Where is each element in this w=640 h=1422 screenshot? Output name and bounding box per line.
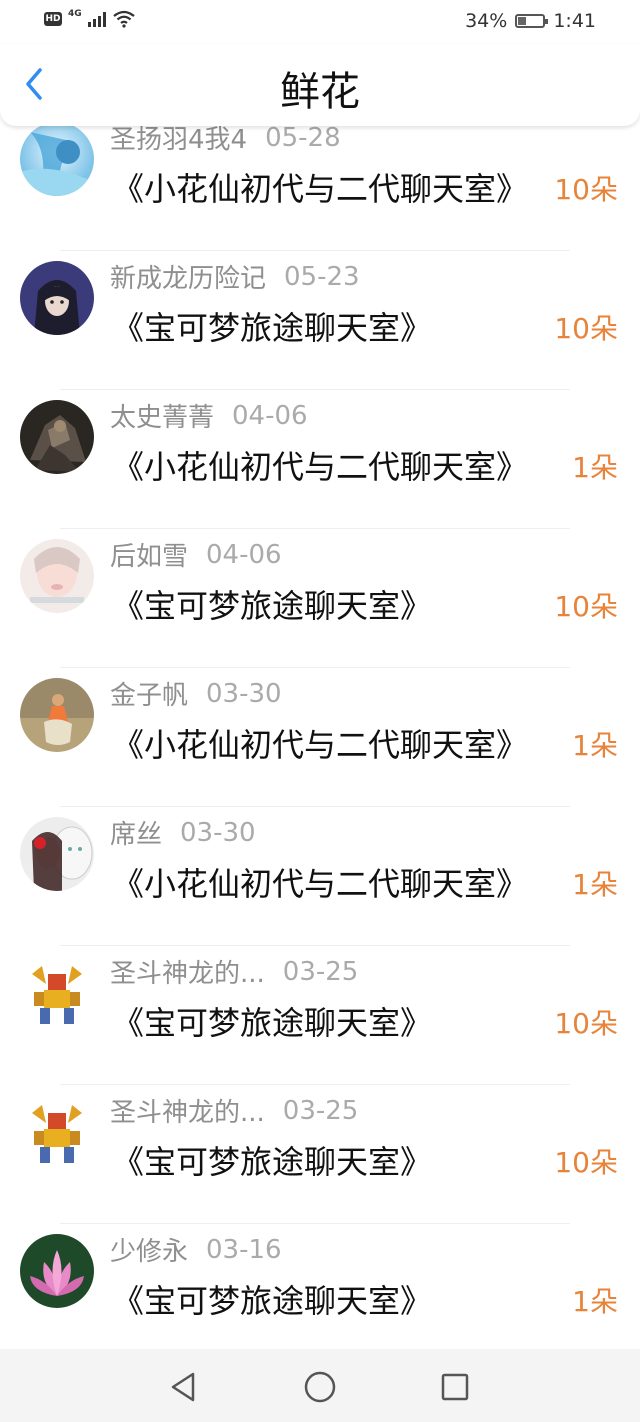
chatroom-name: 《宝可梦旅途聊天室》 — [112, 1143, 433, 1181]
signal-icon — [87, 11, 106, 27]
flower-count: 10朵 — [554, 590, 618, 623]
wifi-icon — [112, 10, 135, 28]
flower-count: 1朵 — [572, 1285, 618, 1318]
sender-name: 少修永 — [110, 1237, 189, 1267]
sender-meta: 圣斗神龙的... 03-25 — [110, 953, 358, 990]
nav-home-button[interactable] — [300, 1367, 340, 1407]
status-bar: HD 4G 34% 1:41 — [0, 0, 640, 44]
sender-name: 太史菁菁 — [110, 403, 215, 433]
circle-home-icon — [304, 1371, 336, 1403]
sender-meta: 席丝 03-30 — [110, 814, 256, 851]
sender-name: 圣斗神龙的... — [110, 959, 265, 989]
sender-name: 圣斗神龙的... — [110, 1098, 265, 1128]
avatar-lotus[interactable] — [20, 1234, 94, 1308]
list-item[interactable]: 圣斗神龙的... 03-25 《宝可梦旅途聊天室》 10朵 — [0, 1085, 640, 1224]
avatar-robot[interactable] — [20, 1095, 94, 1169]
chatroom-name: 《宝可梦旅途聊天室》 — [112, 587, 433, 625]
network-type-label: 4G — [68, 9, 82, 19]
sender-meta: 少修永 03-16 — [110, 1231, 282, 1268]
triangle-back-icon — [171, 1372, 195, 1402]
battery-icon — [515, 14, 549, 28]
avatar-photo-field[interactable] — [20, 678, 94, 752]
chatroom-name: 《小花仙初代与二代聊天室》 — [112, 448, 529, 486]
list-item[interactable]: 太史菁菁 04-06 《小花仙初代与二代聊天室》 1朵 — [0, 390, 640, 529]
chatroom-name: 《小花仙初代与二代聊天室》 — [112, 865, 529, 903]
flower-count: 10朵 — [554, 312, 618, 345]
sender-meta: 后如雪 04-06 — [110, 536, 282, 573]
square-recents-icon — [441, 1373, 469, 1401]
hd-voice-icon: HD — [44, 12, 62, 26]
sent-date: 05-23 — [284, 261, 360, 292]
flower-count: 1朵 — [572, 868, 618, 901]
sent-date: 03-25 — [282, 1095, 359, 1126]
list-item[interactable]: 金子帆 03-30 《小花仙初代与二代聊天室》 1朵 — [0, 668, 640, 807]
flower-count: 10朵 — [554, 1007, 618, 1040]
sender-meta: 太史菁菁 04-06 — [110, 397, 308, 434]
sender-meta: 金子帆 03-30 — [110, 675, 282, 712]
chatroom-name: 《宝可梦旅途聊天室》 — [112, 1282, 433, 1320]
flower-count: 1朵 — [572, 451, 618, 484]
sent-date: 04-06 — [232, 400, 308, 431]
chatroom-name: 《小花仙初代与二代聊天室》 — [112, 170, 529, 208]
nav-recents-button[interactable] — [435, 1367, 475, 1407]
avatar-robot[interactable] — [20, 956, 94, 1030]
chatroom-name: 《宝可梦旅途聊天室》 — [112, 1004, 433, 1042]
status-right: 34% 1:41 — [465, 10, 596, 32]
sender-name: 新成龙历险记 — [110, 264, 267, 294]
sent-date: 05-28 — [265, 122, 341, 153]
sender-meta: 圣斗神龙的... 03-25 — [110, 1092, 358, 1129]
sender-name: 后如雪 — [110, 542, 189, 572]
list-item[interactable]: 席丝 03-30 《小花仙初代与二代聊天室》 1朵 — [0, 807, 640, 946]
chatroom-name: 《小花仙初代与二代聊天室》 — [112, 726, 529, 764]
flower-count: 10朵 — [554, 173, 618, 206]
sent-date: 03-16 — [206, 1234, 282, 1265]
sender-name: 席丝 — [110, 820, 163, 850]
page-title: 鲜花 — [280, 69, 360, 115]
sent-date: 03-30 — [206, 678, 282, 709]
sent-date: 03-25 — [282, 956, 359, 987]
flower-count: 10朵 — [554, 1146, 618, 1179]
flower-count: 1朵 — [572, 729, 618, 762]
chatroom-name: 《宝可梦旅途聊天室》 — [112, 309, 433, 347]
sender-meta: 新成龙历险记 05-23 — [110, 258, 360, 295]
avatar-armor[interactable] — [20, 400, 94, 474]
list-item[interactable]: 圣斗神龙的... 03-25 《宝可梦旅途聊天室》 10朵 — [0, 946, 640, 1085]
nav-back-button[interactable] — [163, 1367, 203, 1407]
list-item[interactable]: 圣扬羽4我4 05-28 《小花仙初代与二代聊天室》 10朵 — [0, 116, 640, 251]
sender-name: 金子帆 — [110, 681, 189, 711]
avatar-anime-blue[interactable] — [20, 122, 94, 196]
list-item[interactable]: 少修永 03-16 《宝可梦旅途聊天室》 1朵 — [0, 1224, 640, 1346]
system-nav-bar — [0, 1349, 640, 1422]
sent-date: 03-30 — [180, 817, 256, 848]
clock: 1:41 — [553, 10, 596, 32]
flower-list: 圣扬羽4我4 05-28 《小花仙初代与二代聊天室》 10朵 新成龙历险记 05-23 《宝… — [0, 116, 640, 1346]
list-item[interactable]: 新成龙历险记 05-23 《宝可梦旅途聊天室》 10朵 — [0, 251, 640, 390]
status-left: HD 4G — [44, 9, 136, 28]
app-header: 鲜花 — [0, 44, 640, 126]
avatar-face-pale[interactable] — [20, 539, 94, 613]
sent-date: 04-06 — [206, 539, 282, 570]
list-item[interactable]: 后如雪 04-06 《宝可梦旅途聊天室》 10朵 — [0, 529, 640, 668]
avatar-girl-lion[interactable] — [20, 817, 94, 891]
avatar-anime-dark[interactable] — [20, 261, 94, 335]
battery-percent: 34% — [465, 10, 508, 32]
